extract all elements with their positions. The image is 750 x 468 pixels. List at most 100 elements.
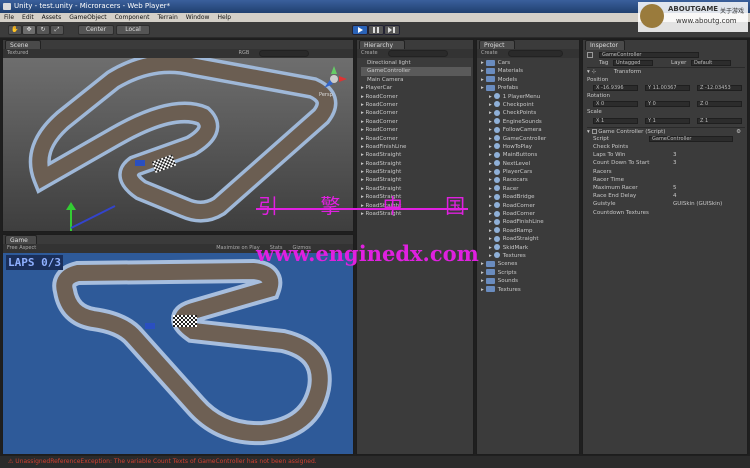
position-x-field[interactable]: X -16.9396 bbox=[593, 84, 638, 91]
rotation-y-field[interactable]: Y 0 bbox=[645, 101, 690, 108]
expand-arrow-icon[interactable]: ▸ bbox=[481, 261, 484, 267]
expand-arrow-icon[interactable]: ▸ bbox=[489, 110, 492, 116]
project-item[interactable]: ▸ PlayerCars bbox=[481, 168, 577, 176]
hierarchy-item[interactable]: ▸ PlayerCar bbox=[361, 84, 471, 92]
project-item[interactable]: ▸ Scenes bbox=[481, 260, 577, 268]
hierarchy-item[interactable]: Main Camera bbox=[361, 76, 471, 84]
project-item[interactable]: ▸ HowToPlay bbox=[481, 143, 577, 151]
hierarchy-item[interactable]: ▸ RoadStraight bbox=[361, 176, 471, 184]
aspect-dropdown[interactable]: Free Aspect bbox=[7, 244, 36, 253]
rotation-x-field[interactable]: X 0 bbox=[593, 101, 638, 108]
project-search-input[interactable] bbox=[507, 50, 563, 57]
scale-x-field[interactable]: X 1 bbox=[593, 117, 638, 124]
scale-y-field[interactable]: Y 1 bbox=[645, 117, 690, 124]
hierarchy-create-button[interactable]: Create bbox=[361, 49, 378, 58]
expand-arrow-icon[interactable]: ▸ bbox=[489, 203, 492, 209]
project-item[interactable]: ▸ Racecars bbox=[481, 176, 577, 184]
project-item[interactable]: ▸ RoadCorner bbox=[481, 202, 577, 210]
expand-arrow-icon[interactable]: ▸ bbox=[489, 152, 492, 158]
position-z-field[interactable]: Z -12.03453 bbox=[697, 84, 742, 91]
expand-arrow-icon[interactable]: ▸ bbox=[489, 94, 492, 100]
expand-arrow-icon[interactable]: ▸ bbox=[489, 219, 492, 225]
tab-inspector[interactable]: Inspector bbox=[585, 40, 625, 50]
project-item[interactable]: ▸ FollowCamera bbox=[481, 126, 577, 134]
hierarchy-item[interactable]: ▸ RoadCorner bbox=[361, 93, 471, 101]
script-component-header[interactable]: ▾ Game Controller (Script) ⚙ bbox=[587, 126, 745, 135]
project-item[interactable]: ▸ RoadCorner bbox=[481, 210, 577, 218]
project-item[interactable]: ▸ RoadStraight bbox=[481, 235, 577, 243]
expand-arrow-icon[interactable]: ▸ bbox=[481, 77, 484, 83]
expand-arrow-icon[interactable]: ▸ bbox=[489, 186, 492, 192]
project-item[interactable]: ▸ Sounds bbox=[481, 277, 577, 285]
hierarchy-item[interactable]: ▸ RoadCorner bbox=[361, 126, 471, 134]
hierarchy-item[interactable]: ▸ RoadCorner bbox=[361, 109, 471, 117]
script-enabled-checkbox[interactable] bbox=[591, 128, 597, 134]
menu-gameobject[interactable]: GameObject bbox=[69, 13, 106, 22]
status-bar[interactable]: ⚠ UnassignedReferenceException: The vari… bbox=[0, 456, 750, 468]
project-create-button[interactable]: Create bbox=[481, 49, 498, 58]
project-item[interactable]: ▸ Racer bbox=[481, 185, 577, 193]
hierarchy-item[interactable]: ▸ RoadStraight bbox=[361, 160, 471, 168]
scale-z-field[interactable]: Z 1 bbox=[697, 117, 742, 124]
expand-arrow-icon[interactable]: ▸ bbox=[489, 161, 492, 167]
project-item[interactable]: ▸ MainButtons bbox=[481, 151, 577, 159]
scene-render-mode[interactable]: Textured bbox=[7, 49, 28, 58]
project-item[interactable]: ▸ RoadRamp bbox=[481, 227, 577, 235]
gizmo-z-axis[interactable] bbox=[70, 205, 116, 229]
expand-arrow-icon[interactable]: ▸ bbox=[481, 60, 484, 66]
step-button[interactable] bbox=[384, 25, 400, 35]
tag-dropdown[interactable]: Untagged bbox=[613, 60, 653, 67]
project-item[interactable]: ▸ Scripts bbox=[481, 269, 577, 277]
rotate-tool-button[interactable]: ↻ bbox=[36, 25, 50, 35]
property-value[interactable]: 4 bbox=[673, 192, 677, 200]
hierarchy-item[interactable]: ▸ RoadStraight bbox=[361, 151, 471, 159]
menu-assets[interactable]: Assets bbox=[42, 13, 62, 22]
menu-file[interactable]: File bbox=[4, 13, 14, 22]
project-item[interactable]: ▸ Textures bbox=[481, 286, 577, 294]
position-y-field[interactable]: Y 11.00367 bbox=[645, 84, 690, 91]
property-value[interactable]: GUISkin (GUISkin) bbox=[673, 200, 722, 208]
menu-edit[interactable]: Edit bbox=[22, 13, 34, 22]
expand-arrow-icon[interactable]: ▸ bbox=[481, 68, 484, 74]
expand-arrow-icon[interactable]: ▸ bbox=[489, 236, 492, 242]
expand-arrow-icon[interactable]: ▸ bbox=[489, 102, 492, 108]
object-name-field[interactable]: GameController bbox=[599, 52, 699, 58]
rotation-z-field[interactable]: Z 0 bbox=[697, 101, 742, 108]
property-value[interactable]: 3 bbox=[673, 159, 677, 167]
layer-dropdown[interactable]: Default bbox=[691, 60, 731, 67]
expand-arrow-icon[interactable]: ▸ bbox=[489, 194, 492, 200]
project-item[interactable]: ▸ 1 PlayerMenu bbox=[481, 93, 577, 101]
project-item[interactable]: ▸ CheckPoints bbox=[481, 109, 577, 117]
expand-arrow-icon[interactable]: ▸ bbox=[481, 85, 484, 91]
project-item[interactable]: ▸ SkidMark bbox=[481, 244, 577, 252]
move-tool-button[interactable]: ✥ bbox=[22, 25, 36, 35]
hierarchy-item[interactable]: ▸ RoadFinishLine bbox=[361, 143, 471, 151]
project-item[interactable]: ▸ Cars bbox=[481, 59, 577, 67]
project-item[interactable]: ▸ Materials bbox=[481, 67, 577, 75]
expand-arrow-icon[interactable]: ▸ bbox=[489, 228, 492, 234]
expand-arrow-icon[interactable]: ▸ bbox=[489, 211, 492, 217]
hierarchy-item[interactable]: ▸ RoadCorner bbox=[361, 135, 471, 143]
project-item[interactable]: ▸ Checkpoint bbox=[481, 101, 577, 109]
hierarchy-item[interactable]: ▸ RoadCorner bbox=[361, 118, 471, 126]
active-checkbox[interactable] bbox=[587, 51, 593, 58]
menu-terrain[interactable]: Terrain bbox=[157, 13, 177, 22]
property-value[interactable]: 3 bbox=[673, 151, 677, 159]
scale-tool-button[interactable]: ⤢ bbox=[50, 25, 64, 35]
hierarchy-item[interactable]: ▸ RoadStraight bbox=[361, 168, 471, 176]
project-item[interactable]: ▸ Prefabs bbox=[481, 84, 577, 92]
expand-arrow-icon[interactable]: ▸ bbox=[489, 136, 492, 142]
project-item[interactable]: ▸ Models bbox=[481, 76, 577, 84]
project-item[interactable]: ▸ RoadBridge bbox=[481, 193, 577, 201]
expand-arrow-icon[interactable]: ▸ bbox=[489, 253, 492, 259]
hand-tool-button[interactable]: ✋ bbox=[8, 25, 22, 35]
game-viewport[interactable]: LAPS 0/3 bbox=[3, 253, 353, 454]
expand-arrow-icon[interactable]: ▸ bbox=[489, 169, 492, 175]
project-item[interactable]: ▸ GameController bbox=[481, 135, 577, 143]
expand-arrow-icon[interactable]: ▸ bbox=[481, 287, 484, 293]
expand-arrow-icon[interactable]: ▸ bbox=[489, 245, 492, 251]
scene-search-input[interactable] bbox=[259, 50, 310, 57]
hierarchy-item[interactable]: Directional light bbox=[361, 59, 471, 67]
project-item[interactable]: ▸ RoadFinishLine bbox=[481, 218, 577, 226]
maximize-on-play-toggle[interactable]: Maximize on Play bbox=[216, 244, 260, 253]
